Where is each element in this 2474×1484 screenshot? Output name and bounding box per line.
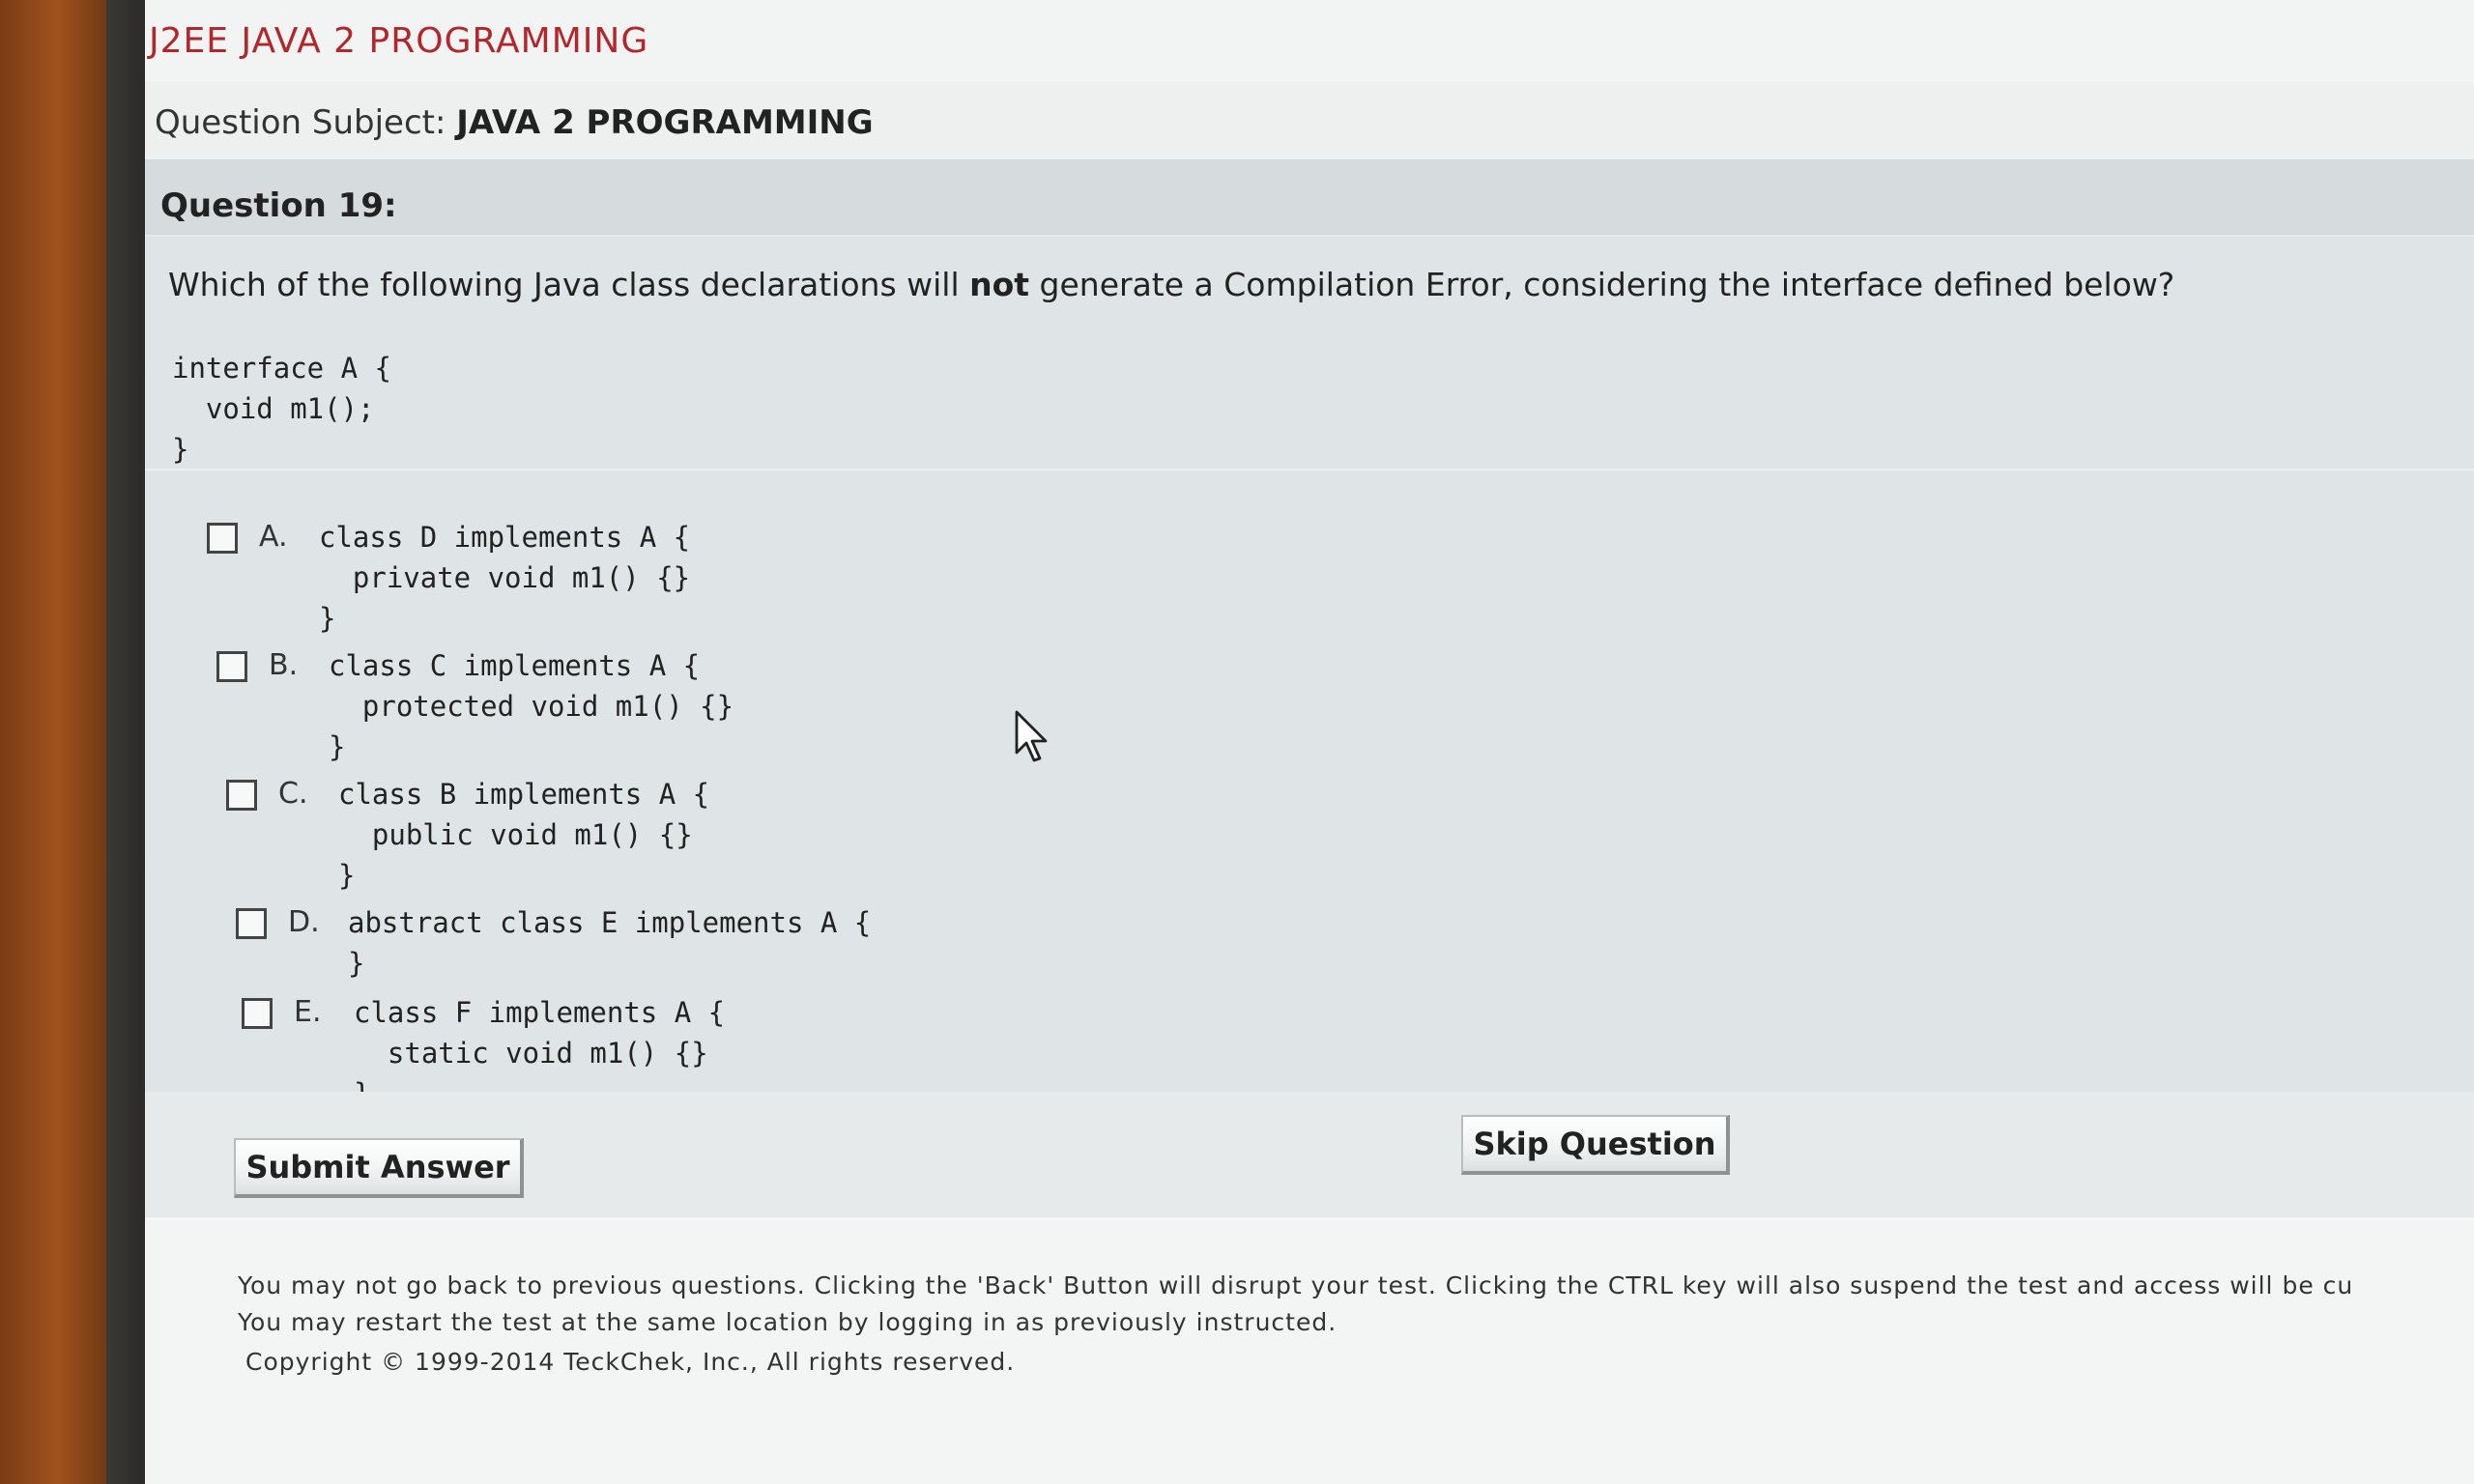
test-screen: J2EE JAVA 2 PROGRAMMING Question Subject… [145,0,2474,1484]
divider [145,469,2474,471]
question-header: Question 19: [145,159,2474,237]
option-e-checkbox[interactable] [242,998,273,1029]
option-b[interactable]: B. class C implements A { protected void… [216,645,734,767]
option-d-checkbox[interactable] [236,908,267,939]
option-d-code: abstract class E implements A { } [348,906,872,980]
option-c-letter: C. [278,777,308,811]
option-c-checkbox[interactable] [226,780,257,811]
question-subject: Question Subject: JAVA 2 PROGRAMMING [155,103,874,142]
notice-line-2: You may restart the test at the same loc… [238,1308,1338,1336]
option-a-checkbox[interactable] [207,523,238,554]
question-text-emphasis: not [969,266,1030,303]
buttons-bar: Submit Answer Skip Question [145,1092,2474,1217]
option-a[interactable]: A. class D implements A { private void m… [207,517,690,639]
subject-value: JAVA 2 PROGRAMMING [456,103,874,142]
option-d[interactable]: D. abstract class E implements A { } [236,902,871,984]
test-notice: You may not go back to previous question… [238,1268,2353,1341]
question-text-after: generate a Compilation Error, considerin… [1029,266,2175,303]
submit-answer-button[interactable]: Submit Answer [234,1138,524,1198]
header-bar: J2EE JAVA 2 PROGRAMMING [145,0,2474,82]
option-b-checkbox[interactable] [216,651,247,682]
question-text-before: Which of the following Java class declar… [168,266,970,303]
notice-line-1: You may not go back to previous question… [238,1271,2354,1299]
option-a-code: class D implements A { private void m1()… [319,521,691,635]
option-c[interactable]: C. class B implements A { public void m1… [226,774,709,896]
question-area: Question 19: Which of the following Java… [145,159,2474,1126]
question-text: Which of the following Java class declar… [168,266,2174,303]
option-a-letter: A. [259,520,288,554]
question-number: Question 19: [160,186,397,225]
copyright-text: Copyright © 1999-2014 TeckChek, Inc., Al… [245,1348,1016,1376]
app-title: J2EE JAVA 2 PROGRAMMING [149,21,649,61]
option-d-letter: D. [288,905,320,939]
interface-code-block: interface A { void m1(); } [172,352,391,466]
option-e-letter: E. [294,995,322,1029]
mouse-pointer-icon [1015,710,1053,768]
option-b-code: class C implements A { protected void m1… [329,649,734,763]
option-b-letter: B. [269,648,299,682]
skip-question-button[interactable]: Skip Question [1461,1115,1730,1175]
subject-label: Question Subject: [155,103,446,142]
subject-bar: Question Subject: JAVA 2 PROGRAMMING [145,82,2474,159]
footer: You may not go back to previous question… [145,1217,2474,1484]
option-c-code: class B implements A { public void m1() … [338,778,710,892]
